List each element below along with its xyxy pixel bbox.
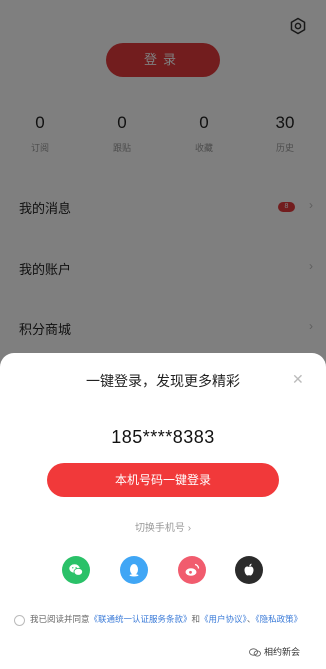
weibo-login-button[interactable] bbox=[178, 556, 206, 584]
qq-login-button[interactable] bbox=[120, 556, 148, 584]
terms-link[interactable]: 《联通统一认证服务条款》 bbox=[90, 614, 192, 624]
sheet-title: 一键登录，发现更多精彩 bbox=[86, 373, 240, 389]
agreement-checkbox[interactable] bbox=[14, 615, 25, 626]
watermark: 相约新会 bbox=[249, 645, 300, 658]
agreement-text: 我已阅读并同意《联通统一认证服务条款》和《用户协议》、《隐私政策》 bbox=[30, 612, 318, 627]
watermark-text: 相约新会 bbox=[264, 647, 301, 657]
wechat-login-button[interactable] bbox=[62, 556, 90, 584]
user-agreement-link[interactable]: 《用户协议》 bbox=[200, 614, 247, 624]
phone-number: 185****8383 bbox=[111, 427, 215, 447]
agreement-prefix: 我已阅读并同意 bbox=[30, 614, 90, 624]
switch-phone-link[interactable]: 切换手机号 › bbox=[0, 519, 326, 534]
apple-icon bbox=[244, 563, 254, 576]
wechat-icon bbox=[69, 564, 84, 576]
apple-login-button[interactable] bbox=[235, 556, 263, 584]
wechat-icon bbox=[249, 648, 261, 657]
login-sheet: 一键登录，发现更多精彩 ✕ 185****8383 本机号码一键登录 切换手机号… bbox=[0, 353, 326, 669]
close-icon[interactable]: ✕ bbox=[292, 371, 304, 388]
privacy-policy-link[interactable]: 《隐私政策》 bbox=[255, 614, 302, 624]
one-key-login-button[interactable]: 本机号码一键登录 bbox=[47, 463, 279, 497]
weibo-icon bbox=[185, 563, 200, 576]
qq-icon bbox=[129, 564, 139, 577]
agreement-and: 和 bbox=[191, 614, 201, 624]
